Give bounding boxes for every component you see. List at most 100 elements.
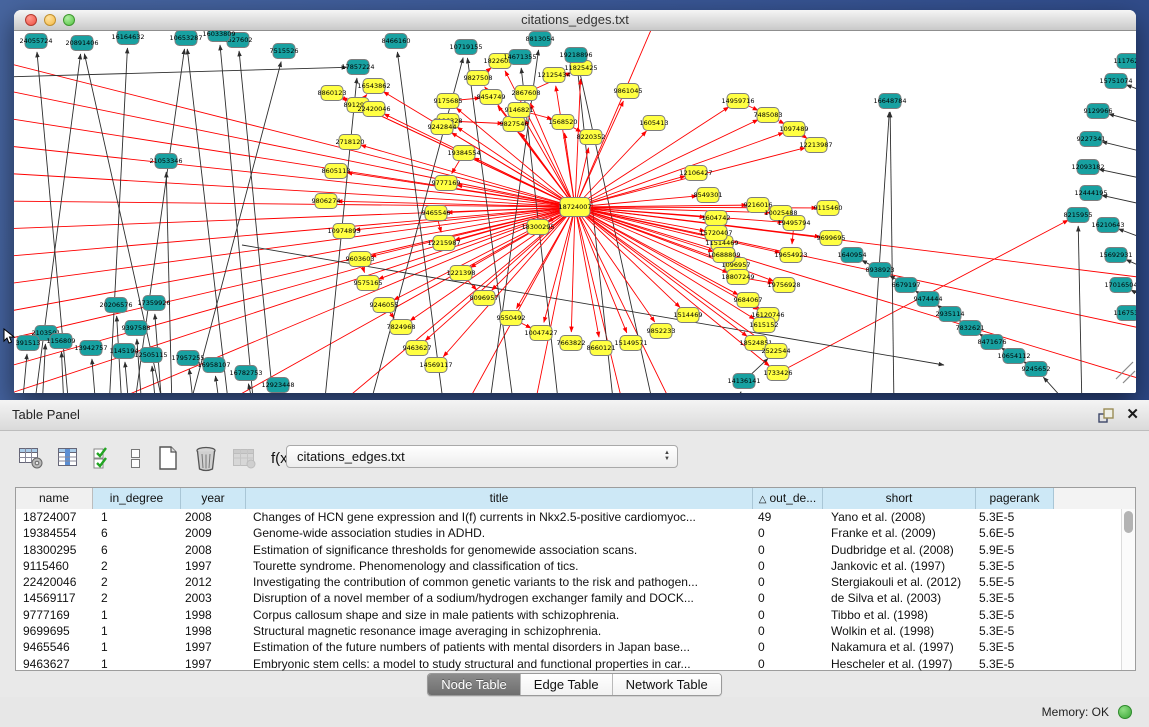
close-window-button[interactable] <box>25 14 37 26</box>
graph-node-18724007[interactable]: 18724007 <box>558 198 591 217</box>
graph-node-16782753[interactable]: 16782753 <box>229 366 262 381</box>
graph-node-8860123[interactable]: 8860123 <box>318 86 347 101</box>
graph-node-8471676[interactable]: 8471676 <box>978 335 1007 350</box>
table-chooser-select[interactable]: citations_edges.txt ▲▼ <box>286 445 678 468</box>
graph-node-10719155[interactable]: 10719155 <box>449 40 482 55</box>
graph-node-7832621[interactable]: 7832621 <box>956 321 985 336</box>
graph-node-21053346[interactable]: 21053346 <box>149 154 182 169</box>
table-row[interactable]: 1456911722003Disruption of a novel membe… <box>16 590 1135 606</box>
graph-node-15149571[interactable]: 15149571 <box>614 336 647 351</box>
graph-node-8215955[interactable]: 8215955 <box>1064 208 1093 223</box>
column-header-pagerank[interactable]: pagerank <box>976 488 1054 509</box>
column-header-year[interactable]: year <box>181 488 246 509</box>
graph-node-16543862[interactable]: 16543862 <box>357 79 390 94</box>
graph-node-1156809[interactable]: 1156809 <box>47 334 76 349</box>
graph-node-1568520[interactable]: 1568520 <box>549 115 578 130</box>
minimize-window-button[interactable] <box>44 14 56 26</box>
graph-node-13942757[interactable]: 13942757 <box>74 341 107 356</box>
graph-node-9465546[interactable]: 9465546 <box>422 206 451 221</box>
graph-node-2718120[interactable]: 2718120 <box>336 135 365 150</box>
graph-node-1221398[interactable]: 1221398 <box>447 266 476 281</box>
graph-node-1117624[interactable]: 1117624 <box>1114 54 1136 69</box>
graph-node-20206576[interactable]: 20206576 <box>99 298 132 313</box>
graph-node-24055724[interactable]: 24055724 <box>19 34 52 49</box>
column-header-title[interactable]: title <box>246 488 753 509</box>
graph-node-9827508[interactable]: 9827508 <box>464 71 493 86</box>
graph-node-9827546[interactable]: 9827546 <box>500 117 529 132</box>
graph-node-7824968[interactable]: 7824968 <box>387 320 416 335</box>
graph-node-14569117[interactable]: 14569117 <box>419 358 452 373</box>
graph-node-6679197[interactable]: 6679197 <box>892 278 921 293</box>
graph-node-8660121[interactable]: 8660121 <box>587 341 616 356</box>
graph-node-9684067[interactable]: 9684067 <box>734 293 763 308</box>
table-row[interactable]: 946362711997Embryonic stem cells: a mode… <box>16 656 1135 672</box>
graph-node-9146821[interactable]: 9146821 <box>505 103 534 118</box>
graph-node-17359926[interactable]: 17359926 <box>137 296 170 311</box>
graph-node-14136141[interactable]: 14136141 <box>727 374 760 389</box>
graph-node-1604742[interactable]: 1604742 <box>702 211 731 226</box>
graph-node-16210643[interactable]: 16210643 <box>1091 218 1124 233</box>
tab-network-table[interactable]: Network Table <box>612 674 721 695</box>
table-row[interactable]: 911546021997Tourette syndrome. Phenomeno… <box>16 558 1135 574</box>
graph-node-9246055[interactable]: 9246055 <box>370 298 399 313</box>
tab-node-table[interactable]: Node Table <box>428 674 520 695</box>
graph-node-19654923[interactable]: 19654923 <box>774 248 807 263</box>
graph-node-12093182[interactable]: 12093182 <box>1071 160 1104 175</box>
table-row[interactable]: 1938455462009Genome-wide association stu… <box>16 525 1135 541</box>
change-table-mode-button[interactable] <box>16 443 46 473</box>
tab-edge-table[interactable]: Edge Table <box>520 674 612 695</box>
graph-node-8096957[interactable]: 8096957 <box>470 291 499 306</box>
graph-node-9699695[interactable]: 9699695 <box>817 231 846 246</box>
graph-node-9245652[interactable]: 9245652 <box>1022 362 1051 377</box>
table-row[interactable]: 977716911998Corpus callosum shape and si… <box>16 607 1135 623</box>
graph-node-9474444[interactable]: 9474444 <box>914 292 943 307</box>
graph-node-8466160[interactable]: 8466160 <box>382 34 411 49</box>
graph-node-9463627[interactable]: 9463627 <box>403 341 432 356</box>
graph-node-17857224[interactable]: 17857224 <box>341 60 374 75</box>
graph-node-9806274[interactable]: 9806274 <box>312 194 341 209</box>
graph-node-9242844[interactable]: 9242844 <box>428 120 457 135</box>
graph-node-391513[interactable]: 391513 <box>16 336 41 351</box>
create-column-button[interactable] <box>154 443 182 473</box>
float-panel-icon[interactable] <box>1098 406 1114 424</box>
graph-node-8454749[interactable]: 8454749 <box>477 90 506 105</box>
graph-node-8938923[interactable]: 8938923 <box>866 263 895 278</box>
column-header-out-de-[interactable]: △out_de... <box>753 488 823 509</box>
graph-node-9861045[interactable]: 9861045 <box>614 84 643 99</box>
show-columns-button[interactable] <box>55 443 81 473</box>
graph-node-9777169[interactable]: 9777169 <box>432 176 461 191</box>
delete-table-button[interactable] <box>230 443 260 473</box>
clear-selection-button[interactable] <box>127 443 145 473</box>
graph-node-1615152[interactable]: 1615152 <box>750 318 779 333</box>
table-row[interactable]: 969969511998Structural magnetic resonanc… <box>16 623 1135 639</box>
graph-node-16648784[interactable]: 16648784 <box>873 94 906 109</box>
graph-node-9550492[interactable]: 9550492 <box>497 311 526 326</box>
graph-node-16164632[interactable]: 16164632 <box>111 31 144 45</box>
graph-node-2867608[interactable]: 2867608 <box>512 86 541 101</box>
zoom-window-button[interactable] <box>63 14 75 26</box>
graph-node-9397588[interactable]: 9397588 <box>122 321 151 336</box>
graph-node-7663822[interactable]: 7663822 <box>557 336 586 351</box>
graph-node-9129966[interactable]: 9129966 <box>1084 104 1113 119</box>
column-header-name[interactable]: name <box>16 488 93 509</box>
graph-node-8220352[interactable]: 8220352 <box>577 130 606 145</box>
graph-node-2935114[interactable]: 2935114 <box>936 307 965 322</box>
graph-node-9603603[interactable]: 9603603 <box>346 252 375 267</box>
graph-node-12215987[interactable]: 12215987 <box>427 236 460 251</box>
graph-node-9852233[interactable]: 9852233 <box>647 324 676 339</box>
table-row[interactable]: 1830029562008Estimation of significance … <box>16 542 1135 558</box>
network-window-titlebar[interactable]: citations_edges.txt <box>14 10 1136 31</box>
graph-node-1605413[interactable]: 1605413 <box>640 116 669 131</box>
delete-column-button[interactable] <box>191 443 221 473</box>
graph-node-10047427[interactable]: 10047427 <box>524 326 557 341</box>
graph-node-12505115[interactable]: 12505115 <box>134 348 167 363</box>
graph-node-9575165[interactable]: 9575165 <box>354 276 383 291</box>
graph-node-10653287[interactable]: 10653287 <box>169 31 202 46</box>
table-row[interactable]: 946554611997Estimation of the future num… <box>16 639 1135 655</box>
graph-node-12444195[interactable]: 12444195 <box>1074 186 1107 201</box>
graph-node-8549301[interactable]: 8549301 <box>694 188 723 203</box>
graph-node-19756928[interactable]: 19756928 <box>767 278 800 293</box>
table-vertical-scrollbar[interactable] <box>1121 509 1135 670</box>
scrollbar-thumb[interactable] <box>1124 511 1133 533</box>
graph-node-8605113[interactable]: 8605113 <box>322 164 351 179</box>
